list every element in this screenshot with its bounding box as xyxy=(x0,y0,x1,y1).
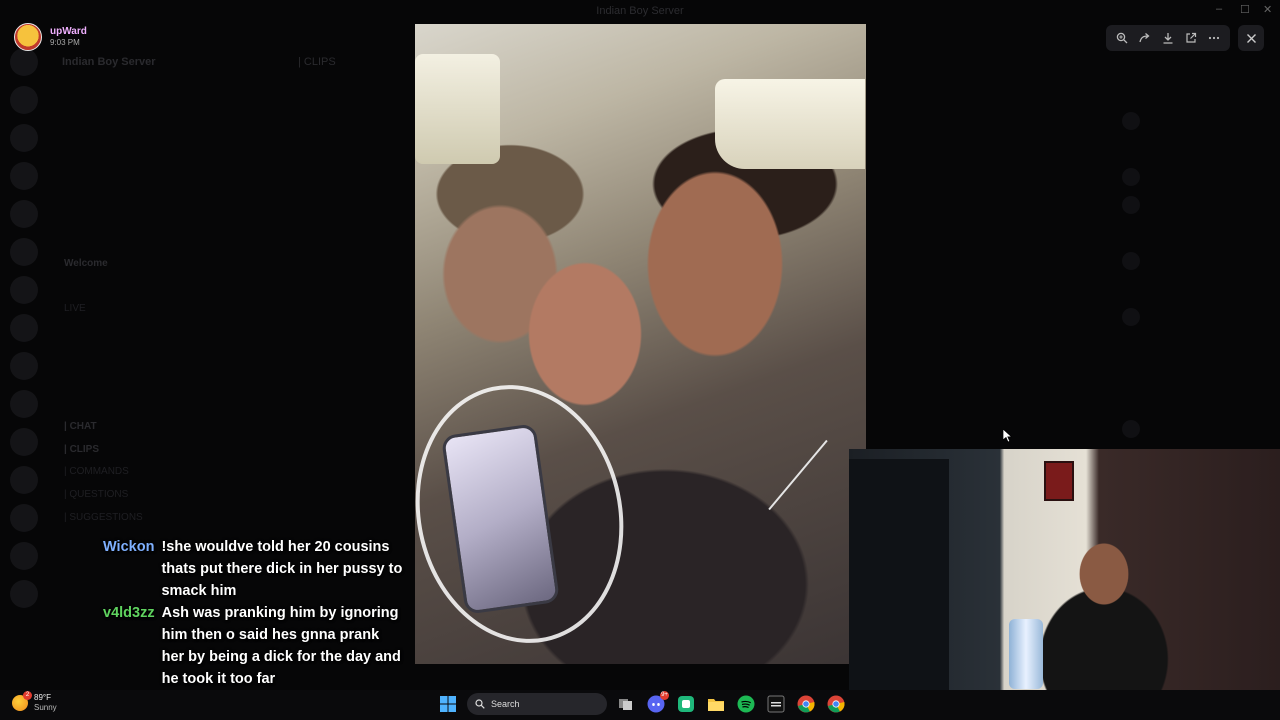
channel-item: | CHAT xyxy=(64,421,97,432)
server-icon xyxy=(10,162,38,190)
minimize-icon[interactable]: – xyxy=(1216,3,1222,15)
channel-item: LIVE xyxy=(64,303,86,314)
channel-item: Welcome xyxy=(64,258,108,269)
task-view-icon[interactable] xyxy=(615,693,637,715)
weather-widget[interactable]: 2 89°F Sunny xyxy=(12,691,57,713)
channel-item: | CLIPS xyxy=(64,444,100,455)
server-name: Indian Boy Server xyxy=(62,56,156,68)
member-avatar xyxy=(1122,112,1140,130)
upload-time: 9:03 PM xyxy=(50,38,80,47)
cod-icon[interactable] xyxy=(765,693,787,715)
chrome-icon[interactable] xyxy=(825,693,847,715)
channel-item: | QUESTIONS xyxy=(64,489,129,500)
server-icon xyxy=(10,542,38,570)
chat-username: v4ld3zz xyxy=(103,605,155,621)
chat-message: Wickon !she wouldve told her 20 cousins … xyxy=(103,536,403,602)
channel-header: | CLIPS xyxy=(298,56,336,68)
wall-poster xyxy=(1044,461,1074,501)
server-icon xyxy=(10,504,38,532)
open-external-icon[interactable] xyxy=(1182,29,1200,47)
car-window xyxy=(715,79,865,169)
discord-badge: 9+ xyxy=(660,691,669,700)
search-label: Search xyxy=(491,699,520,709)
chat-text: !she wouldve told her 20 cousins thats p… xyxy=(161,539,403,599)
avatar xyxy=(14,23,42,51)
chat-text: Ash was pranking him by ignoring him the… xyxy=(161,605,401,687)
member-avatar xyxy=(1122,252,1140,270)
uploader-name: upWard xyxy=(50,26,87,37)
video-frame[interactable] xyxy=(415,24,866,664)
taskbar-apps: Search 9+ xyxy=(437,691,847,715)
necklace xyxy=(768,439,828,511)
media-toolbar xyxy=(1106,25,1230,51)
server-icon xyxy=(10,466,38,494)
window-title: Indian Boy Server xyxy=(596,5,684,17)
water-bottle xyxy=(1009,619,1043,689)
server-icon xyxy=(10,200,38,228)
server-icon xyxy=(10,314,38,342)
spotify-icon[interactable] xyxy=(735,693,757,715)
sun-icon: 2 xyxy=(12,691,32,711)
server-icon xyxy=(10,276,38,304)
chrome-icon[interactable] xyxy=(795,693,817,715)
server-icon xyxy=(10,352,38,380)
member-avatar xyxy=(1122,168,1140,186)
highlight-circle xyxy=(415,365,647,663)
zoom-in-icon[interactable] xyxy=(1113,29,1131,47)
file-explorer-icon[interactable] xyxy=(705,693,727,715)
server-icon xyxy=(10,124,38,152)
close-viewer-button[interactable] xyxy=(1238,25,1264,51)
windows-start-icon[interactable] xyxy=(437,693,459,715)
server-icon xyxy=(10,428,38,456)
server-icon xyxy=(10,238,38,266)
more-icon[interactable] xyxy=(1205,29,1223,47)
chat-message: v4ld3zz Ash was pranking him by ignoring… xyxy=(103,602,403,690)
server-icon xyxy=(10,580,38,608)
search-icon xyxy=(475,699,485,709)
maximize-icon[interactable]: ☐ xyxy=(1240,3,1250,16)
channel-item: | COMMANDS xyxy=(64,466,129,477)
discord-icon[interactable]: 9+ xyxy=(645,691,669,715)
mouse-cursor-icon xyxy=(1003,429,1013,443)
member-avatar xyxy=(1122,196,1140,214)
server-icon xyxy=(10,390,38,418)
weather-badge: 2 xyxy=(23,691,32,700)
chat-username: Wickon xyxy=(103,539,155,555)
shelf xyxy=(849,459,949,690)
taskbar-search-box[interactable]: Search xyxy=(467,693,607,715)
download-icon[interactable] xyxy=(1159,29,1177,47)
uploader-info: upWard 9:03 PM xyxy=(14,23,87,51)
channel-item: | SUGGESTIONS xyxy=(64,512,143,523)
car-window xyxy=(415,54,500,164)
server-icon xyxy=(10,86,38,114)
server-icon xyxy=(10,48,38,76)
weather-condition: Sunny xyxy=(34,703,57,712)
window-close-icon[interactable]: ✕ xyxy=(1263,3,1272,16)
app-icon[interactable] xyxy=(675,693,697,715)
server-rail xyxy=(0,48,48,688)
close-icon xyxy=(1246,33,1256,43)
streamer-webcam xyxy=(849,449,1280,690)
forward-icon[interactable] xyxy=(1136,29,1154,47)
member-avatar xyxy=(1122,308,1140,326)
member-avatar xyxy=(1122,420,1140,438)
weather-temp: 89°F xyxy=(34,693,51,702)
stream-chat-overlay: Wickon !she wouldve told her 20 cousins … xyxy=(103,536,403,690)
